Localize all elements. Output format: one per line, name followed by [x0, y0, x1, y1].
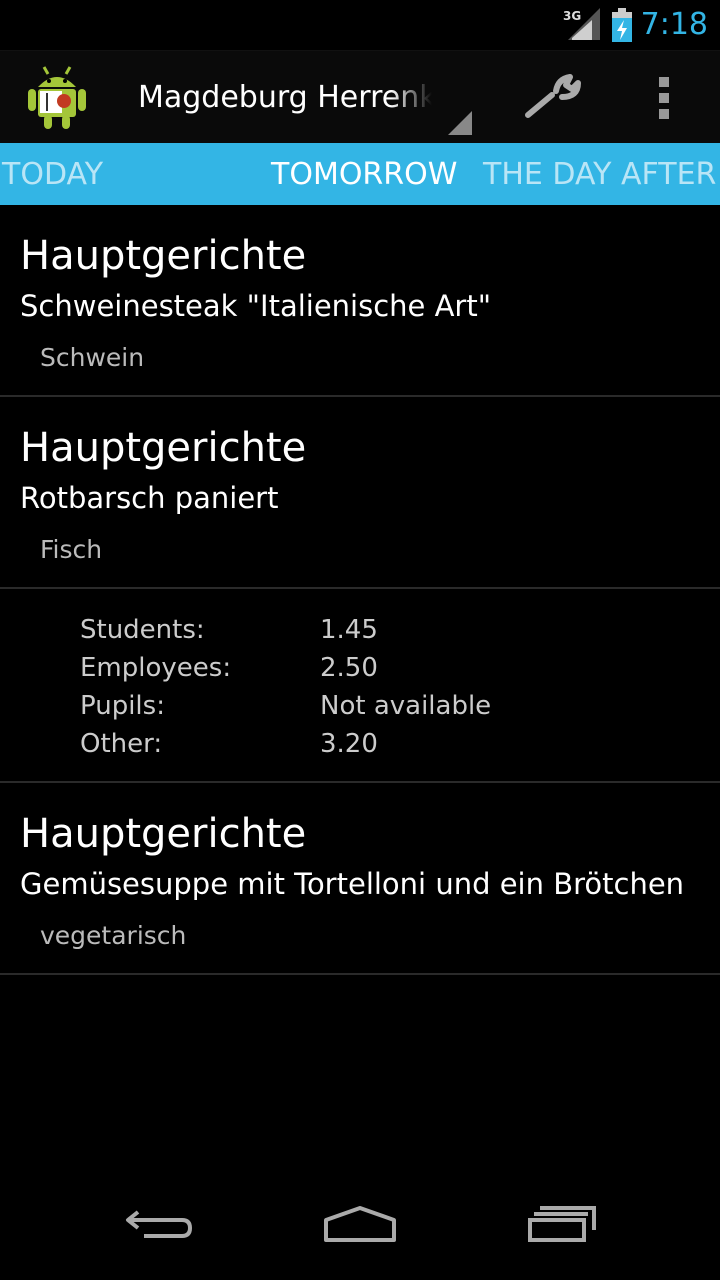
- price-row: Employees: 2.50: [80, 653, 378, 683]
- spinner-indicator-icon: [448, 111, 472, 135]
- list-item[interactable]: Hauptgerichte Rotbarsch paniert Fisch: [0, 397, 720, 589]
- clock: 7:18: [640, 7, 708, 42]
- battery-charging-icon: [612, 8, 632, 42]
- list-item[interactable]: Hauptgerichte Gemüsesuppe mit Tortelloni…: [0, 783, 720, 975]
- price-row: Pupils: Not available: [80, 691, 491, 721]
- tab-today[interactable]: TODAY: [2, 157, 103, 192]
- price-value: 3.20: [320, 729, 378, 759]
- status-bar: 3G 7:18: [0, 0, 720, 50]
- meal-name: Gemüsesuppe mit Tortelloni und ein Brötc…: [20, 867, 685, 901]
- back-icon[interactable]: [124, 1204, 196, 1248]
- price-row: Other: 3.20: [80, 729, 378, 759]
- meal-name: Rotbarsch paniert: [20, 481, 279, 515]
- price-label: Employees:: [80, 653, 232, 683]
- tab-tomorrow[interactable]: TOMORROW: [271, 157, 457, 192]
- price-value: 2.50: [320, 653, 378, 683]
- meal-category: Hauptgerichte: [20, 233, 307, 279]
- price-value: 1.45: [320, 615, 378, 645]
- android-logo-icon[interactable]: [26, 65, 88, 131]
- meal-category: Hauptgerichte: [20, 811, 307, 857]
- price-table[interactable]: Students: 1.45 Employees: 2.50 Pupils: Not …: [0, 589, 720, 783]
- list-item[interactable]: Hauptgerichte Schweinesteak "Italienisch…: [0, 205, 720, 397]
- signal-icon: [568, 8, 600, 40]
- meal-tag: vegetarisch: [40, 921, 187, 950]
- navigation-bar: [0, 1184, 720, 1280]
- overflow-menu-icon[interactable]: [646, 77, 682, 123]
- home-icon[interactable]: [322, 1204, 398, 1248]
- price-value: Not available: [320, 691, 492, 721]
- price-label: Other:: [80, 729, 163, 759]
- day-tab-strip: TODAY TOMORROW THE DAY AFTER: [0, 143, 720, 205]
- location-title: Magdeburg Herrenkrug: [138, 80, 432, 115]
- meal-tag: Fisch: [40, 535, 103, 564]
- action-bar: Magdeburg Herrenkrug: [0, 50, 720, 144]
- meal-tag: Schwein: [40, 343, 145, 372]
- meal-list: Hauptgerichte Schweinesteak "Italienisch…: [0, 205, 720, 975]
- wrench-icon[interactable]: [522, 71, 582, 125]
- tab-the-day-after[interactable]: THE DAY AFTER: [483, 157, 716, 192]
- price-label: Students:: [80, 615, 205, 645]
- price-label: Pupils:: [80, 691, 165, 721]
- screen: 3G 7:18 Magdeburg Herrenk TODAY TOMORROW…: [0, 0, 720, 1280]
- price-row: Students: 1.45: [80, 615, 378, 645]
- meal-name: Schweinesteak "Italienische Art": [20, 289, 492, 323]
- location-spinner[interactable]: Magdeburg Herrenkrug: [120, 51, 476, 143]
- recent-apps-icon[interactable]: [526, 1204, 598, 1248]
- meal-category: Hauptgerichte: [20, 425, 307, 471]
